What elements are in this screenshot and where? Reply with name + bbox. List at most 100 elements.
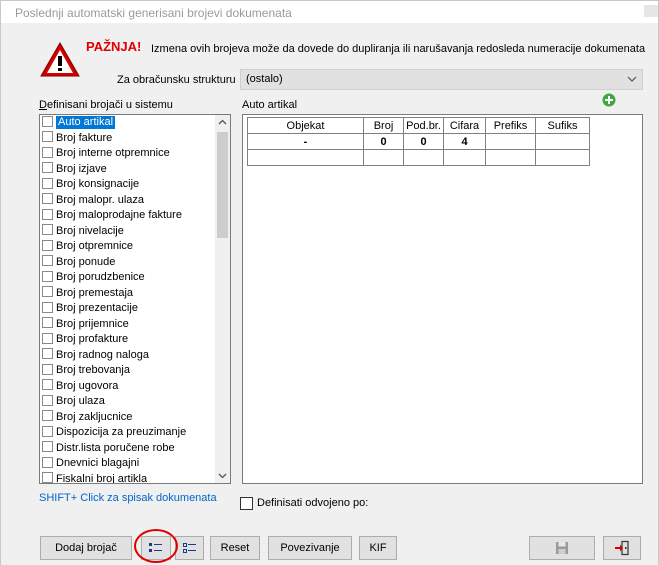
table-cell[interactable]: 0 <box>403 133 444 150</box>
window-title: Poslednji automatski generisani brojevi … <box>15 6 292 20</box>
list-item[interactable]: Broj izjave <box>40 162 216 178</box>
list-item[interactable]: Broj otpremnice <box>40 239 216 255</box>
list-item-label: Broj prezentacije <box>56 302 138 314</box>
list-item-checkbox[interactable] <box>42 224 53 236</box>
list-item-checkbox[interactable] <box>42 363 53 375</box>
table-cell[interactable] <box>535 149 590 166</box>
list-item[interactable]: Broj ponude <box>40 255 216 271</box>
list-item-checkbox[interactable] <box>42 193 53 205</box>
list-item-checkbox[interactable] <box>42 317 53 329</box>
table-row[interactable]: -004 <box>247 133 590 150</box>
list-item-checkbox[interactable] <box>42 131 53 143</box>
list-item[interactable]: Broj premestaja <box>40 286 216 302</box>
list-item-checkbox[interactable] <box>42 146 53 158</box>
list-item[interactable]: Broj zakljucnice <box>40 410 216 426</box>
list-item[interactable]: Broj porudzbenice <box>40 270 216 286</box>
list-item[interactable]: Broj nivelacije <box>40 224 216 240</box>
table-cell[interactable] <box>535 133 590 150</box>
list-item[interactable]: Broj ugovora <box>40 379 216 395</box>
list-item[interactable]: Broj trebovanja <box>40 363 216 379</box>
link-button[interactable]: Povezivanje <box>268 536 352 560</box>
column-header[interactable]: Sufiks <box>535 117 590 134</box>
highlight-circle <box>134 529 178 563</box>
list-scrollbar[interactable] <box>215 115 230 483</box>
list-item[interactable]: Broj maloprodajne fakture <box>40 208 216 224</box>
close-icon[interactable] <box>644 5 658 17</box>
list-item-checkbox[interactable] <box>42 239 53 251</box>
list-item[interactable]: Broj malopr. ulaza <box>40 193 216 209</box>
list-item-label: Broj radnog naloga <box>56 348 149 361</box>
shift-click-hint[interactable]: SHIFT+ Click za spisak dokumenata <box>39 492 217 504</box>
exit-button[interactable] <box>603 536 641 560</box>
table-cell[interactable] <box>485 149 536 166</box>
list-item[interactable]: Distr.lista poručene robe <box>40 441 216 457</box>
warning-icon <box>40 41 80 77</box>
list-item-checkbox[interactable] <box>42 456 53 468</box>
save-button[interactable] <box>529 536 595 560</box>
counters-list[interactable]: Auto artikal Broj fakture Broj interne otp… <box>39 114 231 484</box>
kif-button[interactable]: KIF <box>359 536 397 560</box>
uncheck-all-button[interactable] <box>175 536 204 560</box>
list-item-checkbox[interactable] <box>42 332 53 344</box>
table-cell[interactable] <box>363 149 404 166</box>
table-cell[interactable] <box>443 149 486 166</box>
list-item[interactable]: Broj profakture <box>40 332 216 348</box>
table-cell[interactable] <box>403 149 444 166</box>
list-item[interactable]: Dnevnici blagajni <box>40 456 216 472</box>
list-item[interactable]: Fiskalni broj artikla <box>40 472 216 483</box>
separate-checkbox[interactable] <box>240 497 253 510</box>
list-item-label: Broj premestaja <box>56 286 134 299</box>
column-header[interactable]: Objekat <box>247 117 364 134</box>
add-icon[interactable] <box>602 93 616 107</box>
list-item-checkbox[interactable] <box>42 441 53 453</box>
list-item-checkbox[interactable] <box>42 162 53 174</box>
list-item-checkbox[interactable] <box>42 379 53 391</box>
list-item[interactable]: Broj fakture <box>40 131 216 147</box>
list-item[interactable]: Broj konsignacije <box>40 177 216 193</box>
column-header[interactable]: Pod.br. <box>403 117 444 134</box>
list-item-checkbox[interactable] <box>42 394 53 406</box>
structure-select[interactable]: (ostalo) <box>240 69 643 90</box>
list-item-checkbox[interactable] <box>42 177 53 189</box>
add-counter-button[interactable]: Dodaj brojač <box>40 536 132 560</box>
scroll-up-icon[interactable] <box>215 115 230 130</box>
list-item[interactable]: Broj radnog naloga <box>40 348 216 364</box>
list-item-label: Broj malopr. ulaza <box>56 193 145 206</box>
list-item-label: Broj izjave <box>56 162 107 175</box>
counters-grid[interactable]: Objekat Broj Pod.br. Cifara Prefiks Sufiks -0… <box>242 114 643 484</box>
column-header[interactable]: Broj <box>363 117 404 134</box>
list-item-checkbox[interactable] <box>42 348 53 360</box>
list-item[interactable]: Broj interne otpremnice <box>40 146 216 162</box>
scroll-thumb[interactable] <box>217 132 228 238</box>
table-cell[interactable]: 0 <box>363 133 404 150</box>
list-item-checkbox[interactable] <box>42 301 53 313</box>
table-row[interactable] <box>247 149 590 166</box>
table-cell[interactable]: 4 <box>443 133 486 150</box>
list-item-checkbox[interactable] <box>42 425 53 437</box>
separate-label: Definisati odvojeno po: <box>257 497 369 509</box>
table-cell[interactable]: - <box>247 133 364 150</box>
table-cell[interactable] <box>247 149 364 166</box>
list-item-label: Broj zakljucnice <box>56 410 133 423</box>
structure-label: Za obračunsku strukturu <box>117 74 236 86</box>
scroll-down-icon[interactable] <box>215 468 230 483</box>
list-item-checkbox[interactable] <box>42 472 53 483</box>
list-item[interactable]: Broj ulaza <box>40 394 216 410</box>
list-item-checkbox[interactable] <box>42 286 53 298</box>
column-header[interactable]: Cifara <box>443 117 486 134</box>
table-cell[interactable] <box>485 133 536 150</box>
reset-button[interactable]: Reset <box>210 536 260 560</box>
list-item-label: Broj ponude <box>56 255 116 268</box>
list-item[interactable]: Auto artikal <box>40 115 216 131</box>
uncheck-all-icon <box>182 543 196 553</box>
list-item-checkbox[interactable] <box>42 208 53 220</box>
list-item[interactable]: Dispozicija za preuzimanje <box>40 425 216 441</box>
list-item-checkbox[interactable] <box>42 410 53 422</box>
list-item[interactable]: Broj prezentacije <box>40 301 216 317</box>
list-item-checkbox[interactable] <box>42 115 53 127</box>
list-item-checkbox[interactable] <box>42 255 53 267</box>
column-header[interactable]: Prefiks <box>485 117 536 134</box>
structure-value: (ostalo) <box>246 73 283 85</box>
list-item[interactable]: Broj prijemnice <box>40 317 216 333</box>
list-item-checkbox[interactable] <box>42 270 53 282</box>
